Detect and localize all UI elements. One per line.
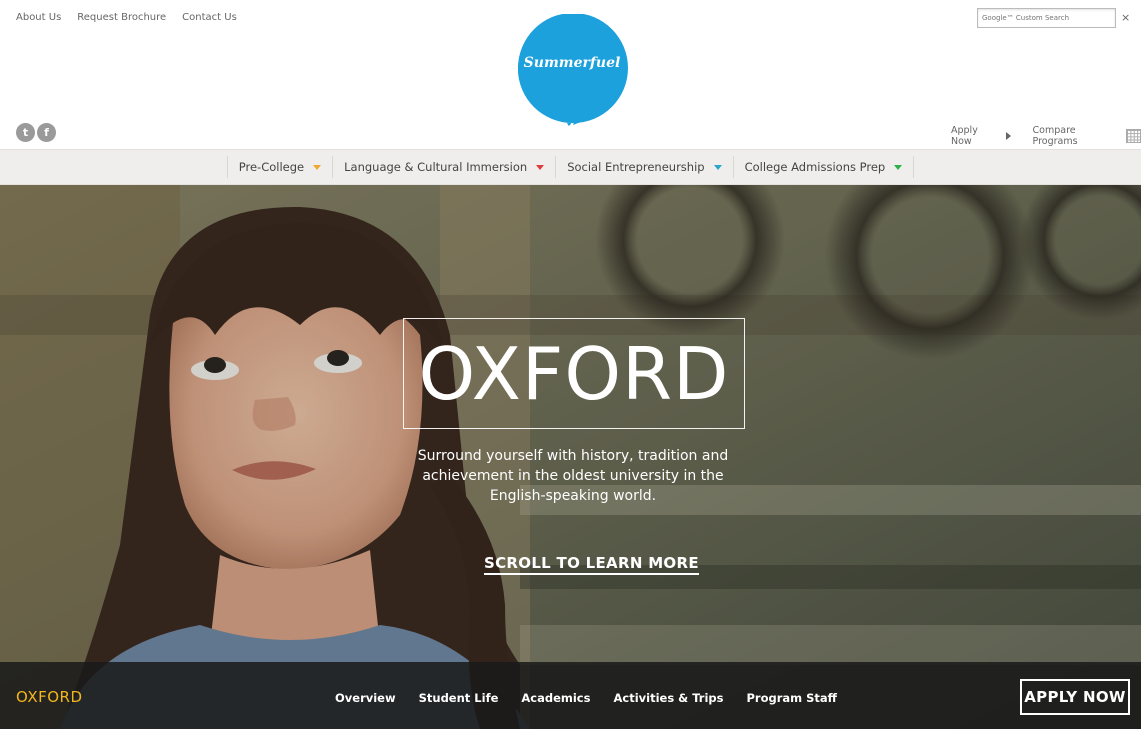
close-icon[interactable]: × [1121,11,1130,24]
caret-down-icon [713,164,722,170]
utility-nav: About Us Request Brochure Contact Us [16,12,237,23]
scroll-to-learn-more-link[interactable]: SCROLL TO LEARN MORE [484,554,699,575]
hero-title: OXFORD [418,331,730,416]
top-actions: Apply Now Compare Programs [951,125,1141,147]
facebook-icon[interactable]: f [37,123,56,142]
hero-title-box: OXFORD [403,318,745,429]
tab-academics[interactable]: Academics [521,691,590,705]
grid-icon [1126,129,1141,143]
play-arrow-icon [1005,132,1011,140]
nav-pre-college[interactable]: Pre-College [226,156,334,178]
nav-label: Social Entrepreneurship [567,160,705,174]
apply-now-link[interactable]: Apply Now [951,125,1011,147]
compare-programs-label: Compare Programs [1032,125,1078,147]
nav-label: Pre-College [238,160,305,174]
social-links: t f [16,123,56,142]
tab-program-staff[interactable]: Program Staff [746,691,837,705]
tab-student-life[interactable]: Student Life [419,691,499,705]
tab-activities-trips[interactable]: Activities & Trips [613,691,723,705]
logo-text: Summerfuel [523,55,621,71]
program-bar: OXFORD Overview Student Life Academics A… [0,662,1141,729]
contact-us-link[interactable]: Contact Us [182,12,237,23]
nav-language-cultural-immersion[interactable]: Language & Cultural Immersion [333,156,557,178]
hero: OXFORD Surround yourself with history, t… [0,185,1141,729]
main-nav: Pre-College Language & Cultural Immersio… [0,149,1141,185]
nav-college-admissions-prep[interactable]: College Admissions Prep [734,156,915,178]
summerfuel-logo[interactable]: Summerfuel [517,13,629,126]
request-brochure-link[interactable]: Request Brochure [77,12,166,23]
apply-now-label: Apply Now [951,125,978,147]
caret-down-icon [536,164,545,170]
compare-programs-link[interactable]: Compare Programs [1033,125,1141,147]
nav-label: Language & Cultural Immersion [344,160,528,174]
hero-tagline: Surround yourself with history, traditio… [417,448,729,504]
twitter-icon[interactable]: t [16,123,35,142]
search-box [977,8,1116,28]
program-tabs: Overview Student Life Academics Activiti… [335,691,837,705]
tab-overview[interactable]: Overview [335,691,396,705]
apply-now-button[interactable]: APPLY NOW [1020,679,1130,715]
nav-social-entrepreneurship[interactable]: Social Entrepreneurship [556,156,734,178]
program-name: OXFORD [16,688,83,706]
caret-down-icon [313,164,322,170]
nav-label: College Admissions Prep [744,160,886,174]
caret-down-icon [894,164,903,170]
about-us-link[interactable]: About Us [16,12,61,23]
search-input[interactable] [982,14,1111,22]
